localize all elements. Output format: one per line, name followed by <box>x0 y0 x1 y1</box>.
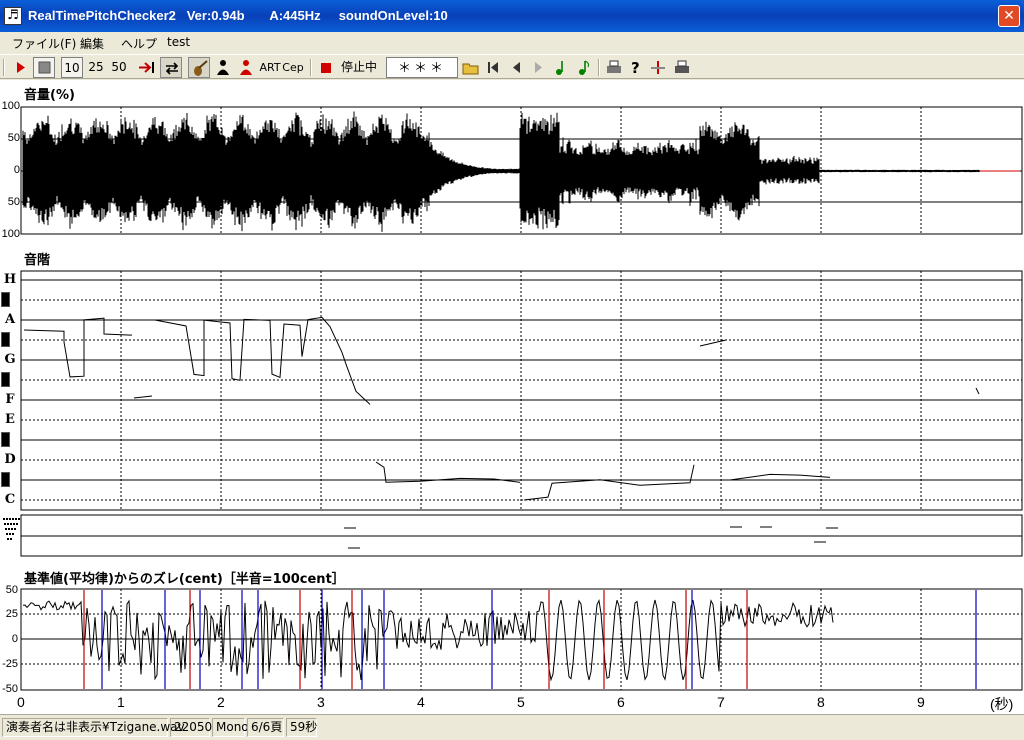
onset-dot <box>6 533 8 535</box>
onset-dot <box>7 538 9 540</box>
onset-dot <box>9 518 11 520</box>
onset-dot <box>12 533 14 535</box>
time-tick-label: 4 <box>417 694 425 710</box>
status-channels: Mono <box>212 718 249 737</box>
onset-dot <box>15 518 17 520</box>
onset-dot <box>11 528 13 530</box>
onset-dot <box>6 518 8 520</box>
status-page: 6/6頁 <box>247 718 284 737</box>
onset-dot <box>12 518 14 520</box>
onset-dot <box>7 523 9 525</box>
onset-dot <box>14 528 16 530</box>
onset-dot <box>9 533 11 535</box>
onset-dot <box>10 538 12 540</box>
time-tick-label: 8 <box>817 694 825 710</box>
status-duration: 59秒 <box>286 718 317 737</box>
onset-dot <box>13 523 15 525</box>
time-tick-label: 9 <box>917 694 925 710</box>
time-tick-label: 6 <box>617 694 625 710</box>
time-tick-label: 3 <box>317 694 325 710</box>
onset-dot <box>3 518 5 520</box>
time-unit-label: (秒) <box>990 696 1014 712</box>
onset-dot <box>18 518 20 520</box>
time-tick-label: 1 <box>117 694 125 710</box>
scale-plot-frame <box>20 270 1023 511</box>
plot-canvas <box>3 106 1023 691</box>
time-tick-label: 2 <box>217 694 225 710</box>
time-tick-label: 7 <box>717 694 725 710</box>
time-tick-label: 0 <box>17 694 25 710</box>
status-bar: 演奏者名は非表示¥Tzigane.wav 22050 Mono 6/6頁 59秒 <box>0 714 1024 740</box>
onset-dot <box>16 523 18 525</box>
onset-dot <box>10 523 12 525</box>
status-file: 演奏者名は非表示¥Tzigane.wav <box>2 718 185 737</box>
onset-dot <box>5 528 7 530</box>
onset-dot <box>4 523 6 525</box>
status-sample-rate: 22050 <box>170 718 212 737</box>
onset-dot <box>8 528 10 530</box>
time-tick-label: 5 <box>517 694 525 710</box>
